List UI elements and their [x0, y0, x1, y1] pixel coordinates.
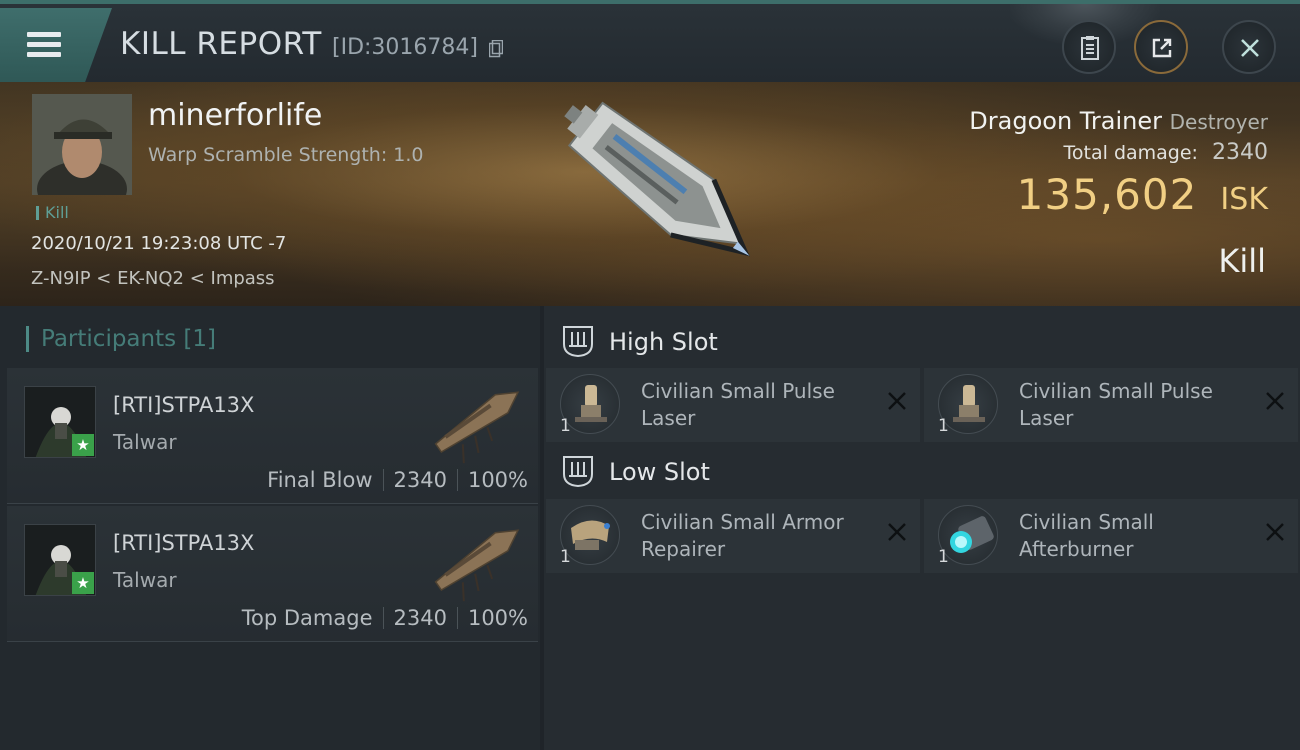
page-title: KILL REPORT: [120, 26, 322, 62]
total-damage-value: 2340: [1212, 140, 1268, 165]
high-slot-header: High Slot: [561, 324, 718, 358]
participant-percent: 100%: [467, 606, 528, 630]
participant-damage: 2340: [393, 468, 447, 492]
participant-card[interactable]: ★ [RTI]STPA13X Talwar Top Damage 2340 100%: [7, 506, 538, 642]
warp-scramble-strength: Warp Scramble Strength: 1.0: [148, 144, 424, 166]
kill-tag: Kill: [36, 205, 69, 221]
low-slot-header: Low Slot: [561, 454, 710, 488]
kill-datetime: 2020/10/21 19:23:08 UTC -7: [31, 233, 287, 254]
module-quantity: 1: [560, 416, 571, 436]
kill-status: Kill: [1218, 242, 1266, 280]
participant-ship-image: [434, 529, 520, 602]
module-name: Civilian Small Armor Repairer: [641, 510, 844, 561]
corp-star-icon: ★: [72, 434, 94, 456]
module-name: Civilian Small Afterburner: [1019, 510, 1154, 561]
module-card[interactable]: 1 Civilian Small Pulse Laser: [924, 368, 1298, 442]
participant-ship: Talwar: [113, 430, 177, 454]
module-quantity: 1: [560, 547, 571, 567]
participant-percent: 100%: [467, 468, 528, 492]
destroyed-x-icon: [1266, 523, 1284, 541]
victim-pilot-name[interactable]: minerforlife: [148, 98, 322, 133]
victim-banner: minerforlife Warp Scramble Strength: 1.0…: [0, 82, 1300, 306]
share-button[interactable]: [1134, 20, 1188, 74]
high-slot-icon: [563, 326, 593, 358]
participant-stats: Final Blow 2340 100%: [267, 468, 528, 492]
copy-id-icon[interactable]: [489, 40, 503, 58]
module-card[interactable]: 1 Civilian Small Pulse Laser: [546, 368, 920, 442]
clipboard-icon: [1081, 36, 1099, 60]
module-card[interactable]: 1 Civilian Small Afterburner: [924, 499, 1298, 573]
victim-ship-image: [564, 101, 750, 257]
share-icon: [1152, 38, 1172, 58]
low-slot-icon: [563, 456, 593, 488]
participant-stats: Top Damage 2340 100%: [242, 606, 528, 630]
participant-card[interactable]: ★ [RTI]STPA13X Talwar Final Blow 2340 100%: [7, 368, 538, 504]
participant-role: Top Damage: [241, 606, 373, 630]
victim-ship-class: Destroyer: [1169, 110, 1268, 134]
participants-panel: Participants [1] ★ [RTI]STPA13X Talwar F…: [0, 306, 540, 750]
module-name: Civilian Small Pulse Laser: [641, 379, 835, 430]
isk-value: 135,602: [1016, 170, 1198, 219]
total-damage: Total damage: 2340: [1064, 140, 1268, 165]
close-button[interactable]: [1222, 20, 1276, 74]
report-id: [ID:3016784]: [332, 35, 478, 60]
participant-damage: 2340: [393, 606, 447, 630]
kill-report-screen: KILL REPORT [ID:3016784] minerforlife Wa…: [0, 0, 1300, 750]
kill-location: Z-N9IP < EK-NQ2 < Impass: [31, 268, 275, 289]
close-icon: [1241, 39, 1259, 57]
participant-ship-image: [434, 391, 520, 464]
total-damage-label: Total damage:: [1063, 142, 1198, 164]
fitting-panel: High Slot 1 Civilian Small Pulse Laser 1…: [544, 306, 1300, 750]
participant-name: [RTI]STPA13X: [113, 531, 255, 555]
participants-header[interactable]: Participants [1]: [26, 326, 216, 352]
low-slot-title: Low Slot: [609, 458, 710, 486]
victim-ship-name: Dragoon Trainer: [969, 107, 1162, 135]
victim-ship[interactable]: Dragoon Trainer Destroyer: [969, 107, 1268, 135]
module-quantity: 1: [938, 416, 949, 436]
clipboard-button[interactable]: [1062, 20, 1116, 74]
victim-portrait[interactable]: [32, 94, 132, 195]
top-bar: KILL REPORT [ID:3016784]: [0, 0, 1300, 82]
participant-name: [RTI]STPA13X: [113, 393, 255, 417]
module-quantity: 1: [938, 547, 949, 567]
participant-role: Final Blow: [267, 468, 373, 492]
participant-ship: Talwar: [113, 568, 177, 592]
corp-star-icon: ★: [72, 572, 94, 594]
menu-button[interactable]: [0, 8, 112, 82]
destroyed-x-icon: [1266, 392, 1284, 410]
isk-unit: ISK: [1220, 182, 1268, 217]
destroyed-x-icon: [888, 523, 906, 541]
high-slot-title: High Slot: [609, 328, 718, 356]
module-card[interactable]: 1 Civilian Small Armor Repairer: [546, 499, 920, 573]
module-name: Civilian Small Pulse Laser: [1019, 379, 1213, 430]
menu-icon: [27, 32, 61, 37]
destroyed-x-icon: [888, 392, 906, 410]
isk-value-row: 135,602 ISK: [1017, 170, 1268, 219]
